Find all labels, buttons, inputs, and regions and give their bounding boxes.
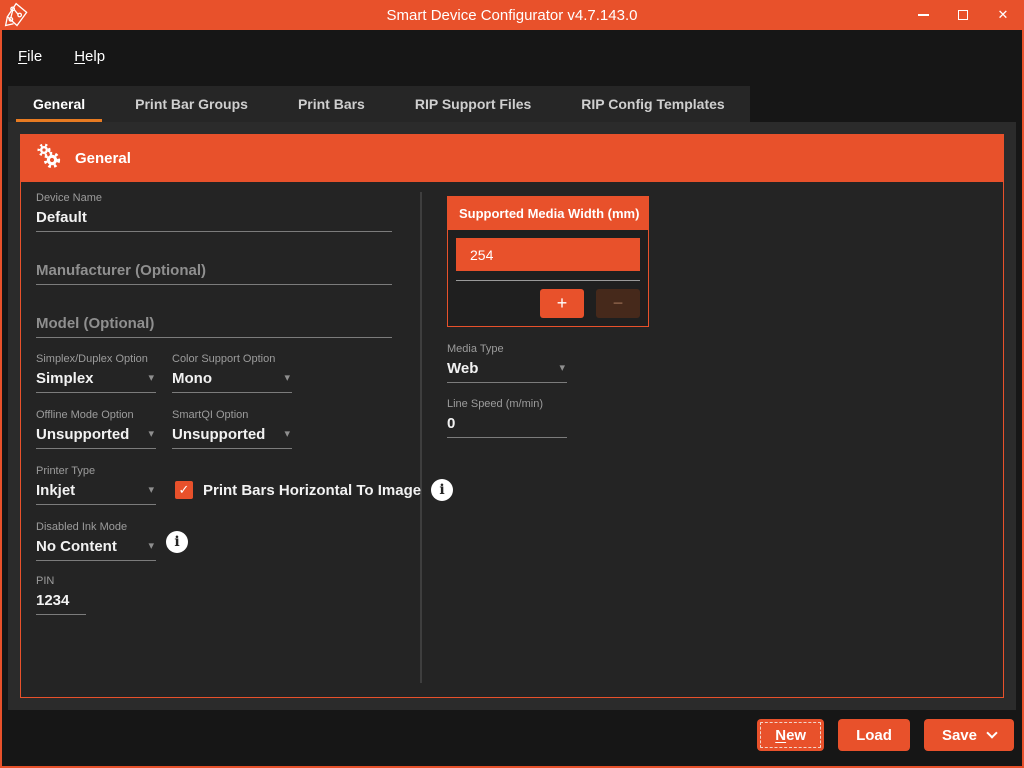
chevron-down-icon: ▾ — [148, 370, 154, 387]
content-container: General Device Name Default Manufacturer… — [8, 122, 1016, 710]
simplex-duplex-label: Simplex/Duplex Option — [36, 353, 156, 365]
media-type-value[interactable]: Web — [447, 360, 478, 377]
print-bars-horizontal-row: ✓ Print Bars Horizontal To Image i — [175, 479, 453, 501]
close-icon[interactable]: ✕ — [996, 8, 1010, 22]
menu-file[interactable]: File — [18, 48, 42, 65]
remove-media-width-button[interactable]: − — [596, 289, 640, 318]
column-divider — [420, 192, 422, 683]
chevron-down-icon: ▾ — [148, 426, 154, 443]
device-name-input[interactable]: Default — [36, 209, 392, 231]
chevron-down-icon: ▾ — [559, 360, 565, 377]
chevron-down-icon — [986, 727, 997, 738]
footer-actions: New Load Save — [757, 719, 1014, 751]
load-button[interactable]: Load — [838, 719, 910, 751]
panel-header: General — [21, 135, 1003, 182]
line-speed-input[interactable]: 0 — [447, 415, 567, 437]
media-width-list-item[interactable]: 254 — [456, 238, 640, 271]
pin-input[interactable]: 1234 — [36, 592, 86, 614]
save-button[interactable]: Save — [924, 719, 1014, 751]
tab-strip: General Print Bar Groups Print Bars RIP … — [8, 86, 750, 122]
chevron-down-icon: ▾ — [284, 370, 290, 387]
tab-rip-config-templates[interactable]: RIP Config Templates — [556, 86, 749, 122]
manufacturer-field[interactable]: Manufacturer (Optional) — [36, 262, 392, 285]
model-field[interactable]: Model (Optional) — [36, 315, 392, 338]
disabled-ink-mode-select[interactable]: Disabled Ink Mode No Content ▾ — [36, 521, 156, 561]
print-bars-horizontal-checkbox[interactable]: ✓ — [175, 481, 193, 499]
gears-icon — [35, 142, 63, 175]
new-button[interactable]: New — [757, 719, 824, 751]
chevron-down-icon: ▾ — [148, 482, 154, 499]
tab-rip-support-files[interactable]: RIP Support Files — [390, 86, 556, 122]
disabled-ink-mode-label: Disabled Ink Mode — [36, 521, 156, 533]
media-type-label: Media Type — [447, 343, 567, 355]
color-support-value[interactable]: Mono — [172, 370, 212, 387]
smartqi-select[interactable]: SmartQI Option Unsupported ▾ — [172, 409, 292, 449]
info-icon[interactable]: i — [166, 531, 188, 553]
manufacturer-input[interactable]: Manufacturer (Optional) — [36, 262, 392, 284]
menu-help[interactable]: Help — [74, 48, 105, 65]
offline-mode-label: Offline Mode Option — [36, 409, 156, 421]
tab-print-bars[interactable]: Print Bars — [273, 86, 390, 122]
pin-label: PIN — [36, 575, 86, 587]
offline-mode-select[interactable]: Offline Mode Option Unsupported ▾ — [36, 409, 156, 449]
general-panel: General Device Name Default Manufacturer… — [20, 134, 1004, 698]
title-bar: Smart Device Configurator v4.7.143.0 ✕ — [0, 0, 1024, 30]
device-name-field[interactable]: Device Name Default — [36, 192, 392, 232]
minimize-icon[interactable] — [916, 8, 930, 22]
window-title: Smart Device Configurator v4.7.143.0 — [0, 7, 1024, 24]
panel-body: Device Name Default Manufacturer (Option… — [21, 182, 1003, 697]
color-support-label: Color Support Option — [172, 353, 292, 365]
pin-field[interactable]: PIN 1234 — [36, 575, 86, 615]
tab-print-bar-groups[interactable]: Print Bar Groups — [110, 86, 273, 122]
print-bars-horizontal-label: Print Bars Horizontal To Image — [203, 482, 421, 499]
add-media-width-button[interactable]: + — [540, 289, 584, 318]
maximize-icon[interactable] — [956, 8, 970, 22]
chevron-down-icon: ▾ — [148, 538, 154, 555]
tab-general[interactable]: General — [8, 86, 110, 122]
simplex-duplex-value[interactable]: Simplex — [36, 370, 94, 387]
offline-mode-value[interactable]: Unsupported — [36, 426, 129, 443]
smartqi-label: SmartQI Option — [172, 409, 292, 421]
app-window: Smart Device Configurator v4.7.143.0 ✕ F… — [0, 0, 1024, 768]
supported-media-width-title: Supported Media Width (mm) — [448, 197, 648, 230]
line-speed-field[interactable]: Line Speed (m/min) 0 — [447, 398, 567, 438]
menu-bar: File Help — [18, 32, 105, 80]
color-support-select[interactable]: Color Support Option Mono ▾ — [172, 353, 292, 393]
printer-type-value[interactable]: Inkjet — [36, 482, 75, 499]
model-input[interactable]: Model (Optional) — [36, 315, 392, 337]
info-icon[interactable]: i — [431, 479, 453, 501]
device-name-label: Device Name — [36, 192, 392, 204]
printer-type-label: Printer Type — [36, 465, 156, 477]
simplex-duplex-select[interactable]: Simplex/Duplex Option Simplex ▾ — [36, 353, 156, 393]
panel-title: General — [75, 150, 131, 167]
disabled-ink-mode-value[interactable]: No Content — [36, 538, 117, 555]
disabled-ink-info-row: i — [166, 531, 188, 553]
line-speed-label: Line Speed (m/min) — [447, 398, 567, 410]
printer-type-select[interactable]: Printer Type Inkjet ▾ — [36, 465, 156, 505]
smartqi-value[interactable]: Unsupported — [172, 426, 265, 443]
supported-media-width-panel: Supported Media Width (mm) 254 + − — [447, 196, 649, 327]
media-type-select[interactable]: Media Type Web ▾ — [447, 343, 567, 383]
chevron-down-icon: ▾ — [284, 426, 290, 443]
media-width-buttons: + − — [448, 281, 648, 318]
